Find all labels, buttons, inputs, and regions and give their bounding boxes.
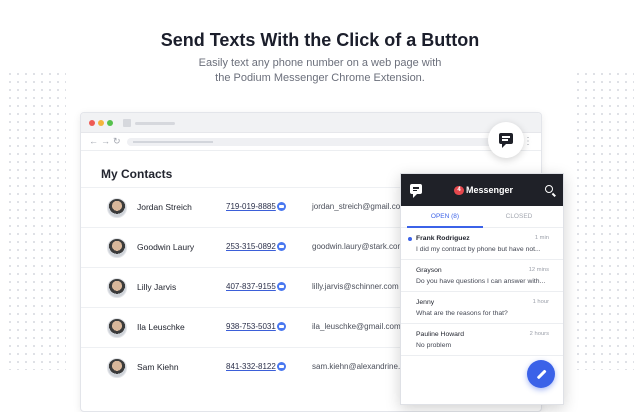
contacts-title: My Contacts	[101, 167, 173, 181]
conversation-time: 1 hour	[532, 299, 549, 305]
text-number-icon[interactable]	[277, 322, 286, 331]
contact-email: ila_leuschke@gmail.com	[312, 322, 401, 331]
contact-email: jordan_streich@gmail.com	[312, 202, 407, 211]
conversation-item[interactable]: Frank Rodriguez 1 min I did my contract …	[401, 228, 563, 260]
contact-phone-link[interactable]: 841-332-8122	[226, 362, 276, 371]
back-arrow-icon[interactable]: ←	[89, 136, 98, 146]
page-subtitle: Easily text any phone number on a web pa…	[0, 56, 640, 86]
messenger-logo-icon	[410, 184, 422, 198]
browser-menu-icon[interactable]: ⋮	[523, 136, 533, 147]
compose-button[interactable]	[527, 360, 555, 388]
browser-tab[interactable]	[123, 119, 183, 127]
text-number-icon[interactable]	[277, 362, 286, 371]
unread-dot	[408, 237, 412, 241]
conversation-item[interactable]: Grayson 12 mins Do you have questions I …	[401, 260, 563, 292]
avatar	[107, 198, 127, 218]
chat-bubble-icon	[499, 133, 513, 148]
contact-email: goodwin.laury@stark.com	[312, 242, 405, 251]
subtitle-line-2: the Podium Messenger Chrome Extension.	[215, 72, 425, 84]
pencil-icon	[536, 369, 547, 380]
tab-open[interactable]: OPEN (8)	[415, 213, 475, 220]
text-number-icon[interactable]	[277, 202, 286, 211]
conversation-preview: I did my contract by phone but have not.…	[416, 246, 541, 253]
browser-tab-bar	[81, 113, 541, 133]
address-bar[interactable]	[127, 138, 517, 146]
avatar	[107, 278, 127, 298]
messenger-panel: 4 Messenger OPEN (8) CLOSED Frank Rodrig…	[400, 173, 564, 405]
contact-phone-link[interactable]: 719-019-8885	[226, 202, 276, 211]
conversation-time: 12 mins	[528, 267, 549, 273]
forward-arrow-icon[interactable]: →	[101, 136, 110, 146]
text-number-icon[interactable]	[277, 242, 286, 251]
reload-icon[interactable]: ↻	[113, 136, 121, 147]
conversation-preview: No problem	[416, 342, 452, 349]
contact-name: Sam Kiehn	[137, 362, 179, 372]
messenger-launcher-button[interactable]	[488, 122, 524, 158]
contact-name: Goodwin Laury	[137, 242, 195, 252]
page-headline: Send Texts With the Click of a Button	[160, 30, 480, 50]
conversation-preview: What are the reasons for that?	[416, 310, 508, 317]
text-number-icon[interactable]	[277, 282, 286, 291]
conversation-item[interactable]: Pauline Howard 2 hours No problem	[401, 324, 563, 356]
conversation-preview: Do you have questions I can answer with.…	[416, 278, 546, 285]
contact-name: Jordan Streich	[137, 202, 192, 212]
contact-phone-link[interactable]: 938-753-5031	[226, 322, 276, 331]
tab-closed[interactable]: CLOSED	[489, 213, 549, 220]
messenger-header: 4 Messenger	[401, 174, 563, 206]
avatar	[107, 238, 127, 258]
contact-phone-link[interactable]: 407-837-9155	[226, 282, 276, 291]
conversation-name: Pauline Howard	[416, 331, 464, 338]
browser-nav-bar: ← → ↻ ⋮	[81, 133, 541, 151]
decorative-dots-right	[574, 70, 634, 370]
contact-name: Lilly Jarvis	[137, 282, 177, 292]
unread-badge: 4	[454, 186, 464, 195]
subtitle-line-1: Easily text any phone number on a web pa…	[198, 57, 442, 69]
contact-name: Ila Leuschke	[137, 322, 185, 332]
avatar	[107, 358, 127, 378]
contact-email: lilly.jarvis@schinner.com	[312, 282, 399, 291]
conversation-name: Grayson	[416, 267, 442, 274]
contact-phone-link[interactable]: 253-315-0892	[226, 242, 276, 251]
conversation-item[interactable]: Jenny 1 hour What are the reasons for th…	[401, 292, 563, 324]
conversation-time: 2 hours	[529, 331, 549, 337]
conversation-name: Frank Rodriguez	[416, 235, 470, 242]
avatar	[107, 318, 127, 338]
address-placeholder	[133, 141, 213, 143]
search-icon[interactable]	[545, 185, 553, 193]
tab-title-placeholder	[135, 122, 175, 125]
decorative-dots-left	[6, 70, 66, 370]
maximize-window-icon[interactable]	[107, 120, 113, 126]
messenger-title: Messenger	[466, 185, 514, 195]
tab-favicon-icon	[123, 119, 131, 127]
close-window-icon[interactable]	[89, 120, 95, 126]
conversation-tabs: OPEN (8) CLOSED	[401, 206, 563, 228]
conversation-name: Jenny	[416, 299, 435, 306]
conversation-time: 1 min	[534, 235, 549, 241]
minimize-window-icon[interactable]	[98, 120, 104, 126]
